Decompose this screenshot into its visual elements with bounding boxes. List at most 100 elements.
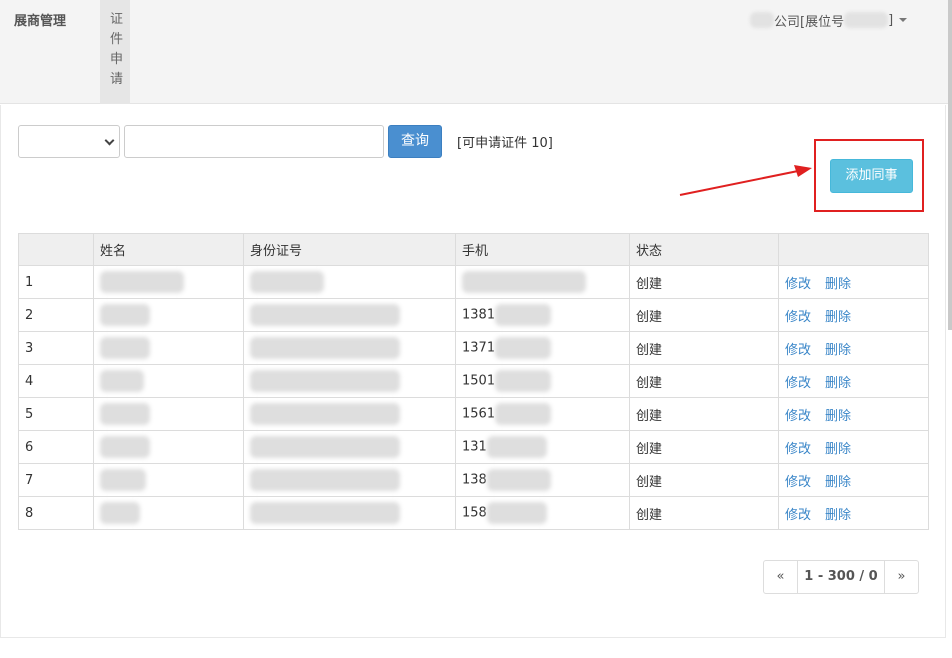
edit-link[interactable]: 修改	[785, 343, 811, 358]
row-index: 1	[18, 265, 94, 299]
brand-title[interactable]: 展商管理	[14, 10, 66, 29]
status-cell: 创建	[629, 463, 779, 497]
status-cell: 创建	[629, 265, 779, 299]
redacted-name	[93, 463, 244, 497]
actions-cell: 修改 删除	[778, 265, 929, 299]
status-cell: 创建	[629, 331, 779, 365]
redacted-name	[93, 364, 244, 398]
actions-cell: 修改 删除	[778, 397, 929, 431]
annotation-arrow	[679, 165, 812, 196]
row-index: 3	[18, 331, 94, 365]
phone-prefix: 138	[462, 472, 487, 488]
table-row: 3 1371 创建 修改 删除	[18, 331, 929, 365]
phone-cell: 131	[455, 430, 630, 464]
edit-link[interactable]: 修改	[785, 409, 811, 424]
delete-link[interactable]: 删除	[825, 409, 851, 424]
redacted-name	[93, 397, 244, 431]
actions-cell: 修改 删除	[778, 430, 929, 464]
phone-cell: 1561	[455, 397, 630, 431]
user-menu[interactable]: 公司[展位号 ]	[750, 10, 908, 30]
query-button[interactable]: 查询	[388, 125, 442, 158]
actions-cell: 修改 删除	[778, 463, 929, 497]
redacted-id-number	[243, 430, 456, 464]
delete-link[interactable]: 删除	[825, 508, 851, 523]
delete-link[interactable]: 删除	[825, 376, 851, 391]
row-index: 5	[18, 397, 94, 431]
phone-cell: 1371	[455, 331, 630, 365]
table-header-row: 姓名 身份证号 手机 状态	[18, 233, 929, 266]
column-header-status: 状态	[629, 233, 779, 266]
certificate-quota-text: [可申请证件 10]	[457, 136, 553, 151]
row-index: 2	[18, 298, 94, 332]
status-cell: 创建	[629, 430, 779, 464]
colleague-table: 姓名 身份证号 手机 状态 1 创建 修改 删除 2 1381 创建 修改 删除 3	[18, 233, 929, 530]
redacted-company-name	[750, 12, 774, 28]
edit-link[interactable]: 修改	[785, 310, 811, 325]
status-cell: 创建	[629, 397, 779, 431]
table-row: 8 158 创建 修改 删除	[18, 496, 929, 530]
next-page-button[interactable]: »	[885, 561, 918, 593]
row-index: 8	[18, 496, 94, 530]
user-company-suffix: ]	[888, 12, 894, 28]
status-cell: 创建	[629, 496, 779, 530]
search-input[interactable]	[124, 125, 384, 158]
nav-tab-certificate-apply[interactable]: 证件申请	[100, 0, 130, 104]
delete-link[interactable]: 删除	[825, 442, 851, 457]
page-info: 1 - 300 / 0	[797, 561, 885, 593]
nav-tab-label: 证件申请	[110, 12, 124, 87]
actions-cell: 修改 删除	[778, 331, 929, 365]
edit-link[interactable]: 修改	[785, 277, 811, 292]
delete-link[interactable]: 删除	[825, 277, 851, 292]
edit-link[interactable]: 修改	[785, 376, 811, 391]
redacted-id-number	[243, 331, 456, 365]
delete-link[interactable]: 删除	[825, 310, 851, 325]
chevron-down-icon	[899, 18, 908, 22]
actions-cell: 修改 删除	[778, 364, 929, 398]
edit-link[interactable]: 修改	[785, 442, 811, 457]
redacted-name	[93, 496, 244, 530]
delete-link[interactable]: 删除	[825, 475, 851, 490]
chevron-down-icon	[104, 135, 115, 146]
add-colleague-button[interactable]: 添加同事	[830, 159, 913, 193]
phone-prefix: 1501	[462, 373, 496, 389]
redacted-id-number	[243, 364, 456, 398]
status-cell: 创建	[629, 364, 779, 398]
actions-cell: 修改 删除	[778, 496, 929, 530]
redacted-id-number	[243, 265, 456, 299]
phone-cell	[455, 265, 630, 299]
redacted-name	[93, 430, 244, 464]
redacted-name	[93, 265, 244, 299]
top-nav: 展商管理 证件申请 公司[展位号 ]	[0, 0, 952, 104]
pagination: « 1 - 300 / 0 »	[763, 560, 919, 594]
edit-link[interactable]: 修改	[785, 508, 811, 523]
phone-prefix: 1561	[462, 406, 496, 422]
phone-prefix: 1381	[462, 307, 496, 323]
table-row: 5 1561 创建 修改 删除	[18, 397, 929, 431]
redacted-name	[93, 298, 244, 332]
delete-link[interactable]: 删除	[825, 343, 851, 358]
table-row: 1 创建 修改 删除	[18, 265, 929, 299]
previous-page-button[interactable]: «	[764, 561, 797, 593]
user-company-text: 公司[展位号	[774, 14, 845, 30]
page-scrollbar[interactable]	[948, 0, 952, 330]
phone-cell: 1501	[455, 364, 630, 398]
row-index: 7	[18, 463, 94, 497]
phone-cell: 1381	[455, 298, 630, 332]
edit-link[interactable]: 修改	[785, 475, 811, 490]
column-header-phone: 手机	[455, 233, 630, 266]
column-header-actions	[778, 233, 929, 266]
table-row: 7 138 创建 修改 删除	[18, 463, 929, 497]
table-row: 6 131 创建 修改 删除	[18, 430, 929, 464]
phone-cell: 158	[455, 496, 630, 530]
phone-prefix: 158	[462, 505, 487, 521]
phone-cell: 138	[455, 463, 630, 497]
redacted-id-number	[243, 463, 456, 497]
row-index: 6	[18, 430, 94, 464]
table-row: 4 1501 创建 修改 删除	[18, 364, 929, 398]
table-row: 2 1381 创建 修改 删除	[18, 298, 929, 332]
row-index: 4	[18, 364, 94, 398]
redacted-booth-number	[844, 12, 889, 28]
phone-prefix: 1371	[462, 340, 496, 356]
redacted-id-number	[243, 496, 456, 530]
filter-select[interactable]	[18, 125, 120, 158]
